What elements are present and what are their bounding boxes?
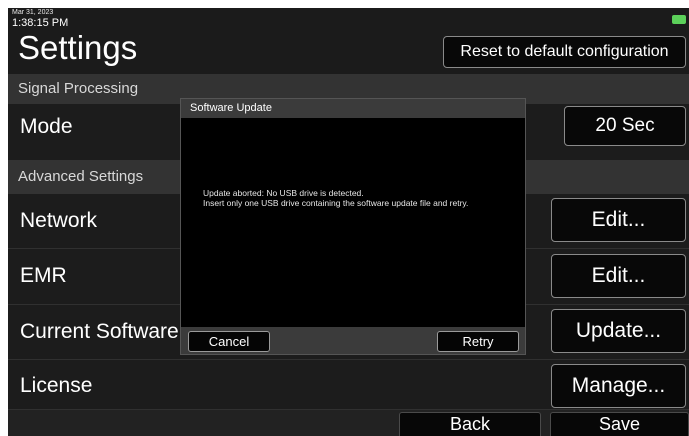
emr-edit-button[interactable]: Edit... xyxy=(551,254,686,298)
license-manage-button[interactable]: Manage... xyxy=(551,364,686,408)
software-update-dialog: Software Update Update aborted: No USB d… xyxy=(180,98,526,355)
update-button[interactable]: Update... xyxy=(551,309,686,353)
mode-button[interactable]: 20 Sec xyxy=(564,106,686,146)
retry-button[interactable]: Retry xyxy=(437,331,519,352)
reset-default-button[interactable]: Reset to default configuration xyxy=(443,36,686,68)
back-button[interactable]: Back xyxy=(399,412,541,436)
mode-label: Mode xyxy=(20,115,73,138)
license-label: License xyxy=(20,374,93,397)
save-button[interactable]: Save xyxy=(550,412,689,436)
network-edit-button[interactable]: Edit... xyxy=(551,198,686,242)
battery-icon xyxy=(672,15,686,24)
current-software-label: Current Software xyxy=(20,320,179,343)
dialog-message-line-2: Insert only one USB drive containing the… xyxy=(203,198,469,208)
dialog-message-line-1: Update aborted: No USB drive is detected… xyxy=(203,188,364,198)
network-label: Network xyxy=(20,209,98,232)
status-date: Mar 31, 2023 xyxy=(12,9,54,16)
dialog-message: Update aborted: No USB drive is detected… xyxy=(203,188,503,208)
cancel-button[interactable]: Cancel xyxy=(188,331,270,352)
page-title: Settings xyxy=(18,29,138,66)
dialog-title: Software Update xyxy=(190,102,272,114)
emr-label: EMR xyxy=(20,264,67,287)
settings-screen: Mar 31, 2023 1:38:15 PM Settings Reset t… xyxy=(8,8,689,436)
